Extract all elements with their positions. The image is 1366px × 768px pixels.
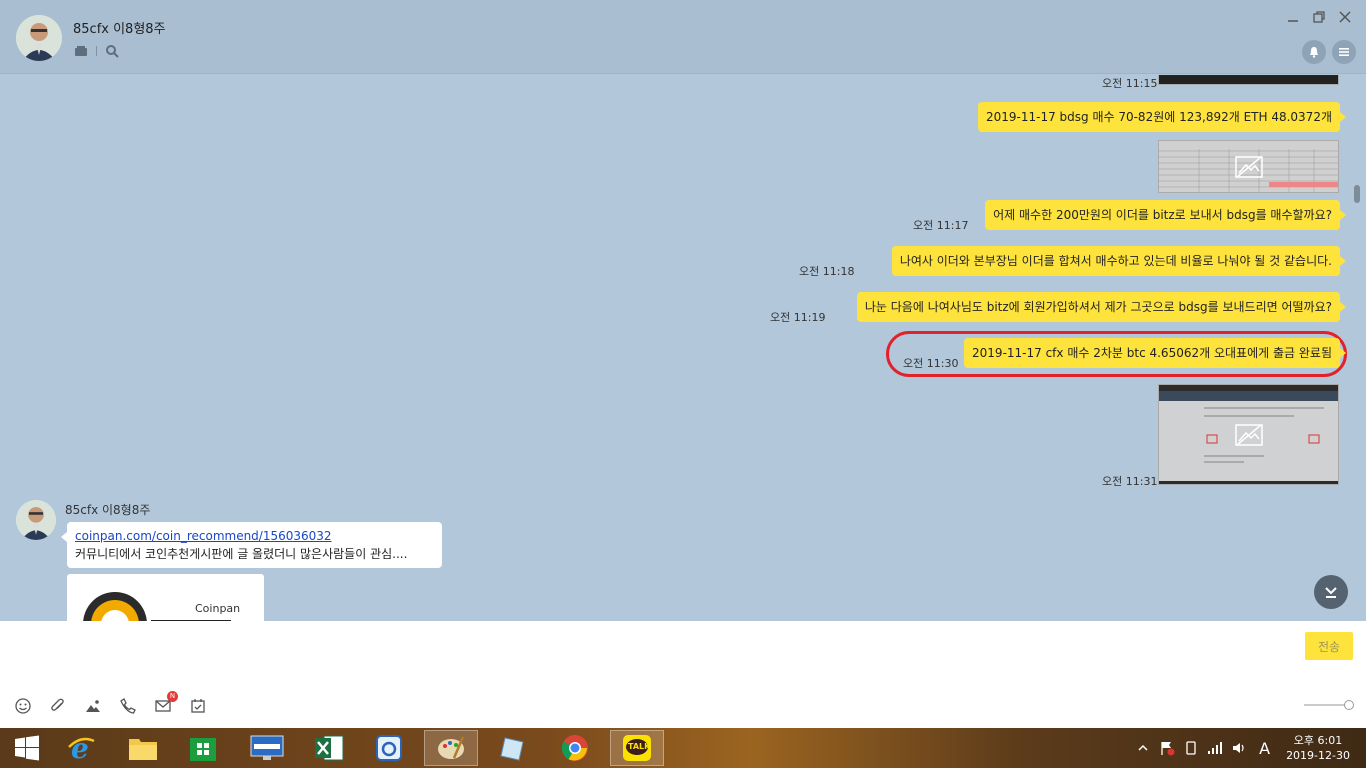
message-bubble[interactable]: 나여사 이더와 본부장님 이더를 합쳐서 매수하고 있는데 비율로 나눠야 될 … <box>891 246 1347 276</box>
folder-icon <box>129 739 157 760</box>
windows-logo-icon <box>15 735 39 761</box>
slider-knob[interactable] <box>1344 700 1354 710</box>
calendar-check-icon[interactable] <box>189 697 207 715</box>
message-link[interactable]: coinpan.com/coin_recommend/156036032 <box>75 529 434 543</box>
file-explorer-app[interactable] <box>116 730 170 766</box>
svg-text:e: e <box>71 733 89 763</box>
mail-icon[interactable]: N <box>154 691 178 715</box>
start-button[interactable] <box>0 730 54 766</box>
system-tray: A 오후 6:01 2019-12-30 <box>1131 728 1366 768</box>
internet-explorer-app[interactable]: e <box>54 730 108 766</box>
message-time: 오전 11:30 <box>903 357 959 370</box>
emoticon-icon[interactable] <box>14 697 32 715</box>
chat-scrollbar[interactable] <box>1354 185 1360 203</box>
signal-icon[interactable] <box>1207 740 1223 756</box>
system-clock[interactable]: 오후 6:01 2019-12-30 <box>1286 733 1350 763</box>
photo-icon[interactable] <box>84 697 102 715</box>
message-bubble[interactable]: 어제 매수한 200만원의 이더를 bitz로 보내서 bdsg를 매수할까요? <box>985 200 1346 230</box>
minimize-icon[interactable] <box>1286 10 1300 24</box>
internet-explorer-icon: e <box>68 733 95 763</box>
bell-icon <box>1310 47 1318 58</box>
drawer-icon[interactable] <box>74 44 88 58</box>
broken-image-icon <box>1234 423 1263 446</box>
hangul-app[interactable] <box>362 730 416 766</box>
send-button[interactable]: 전송 <box>1305 632 1353 660</box>
chat-title: 85cfx 이8형8주 <box>73 22 166 37</box>
message-time: 오전 11:19 <box>770 311 826 324</box>
chat-area[interactable]: 오전 11:15 2019-11-17 bdsg 매수 70-82원에 123,… <box>0 75 1366 621</box>
card-brand-label: Coinpan <box>195 602 241 615</box>
new-badge: N <box>167 691 178 702</box>
scroll-to-bottom-button[interactable] <box>1314 575 1348 609</box>
chat-avatar[interactable] <box>16 15 62 61</box>
sender-avatar[interactable] <box>16 500 56 540</box>
notification-button[interactable] <box>1302 40 1326 64</box>
message-time: 오전 11:18 <box>799 265 855 278</box>
message-preview-text: 커뮤니티에서 코인추천게시판에 글 올렸더니 많은사람들이 관심.... <box>75 547 408 561</box>
message-bubble[interactable]: 나눈 다음에 나여사님도 bitz에 회원가입하셔서 제가 그곳으로 bdsg를… <box>856 292 1347 322</box>
broken-image-icon <box>1234 155 1263 178</box>
windows-taskbar: e TALK A 오후 6:01 2019-12-30 <box>0 728 1366 768</box>
input-method-indicator[interactable]: A <box>1259 739 1270 758</box>
sender-name: 85cfx 이8형8주 <box>65 503 151 517</box>
excel-icon <box>315 735 344 761</box>
lenovo-app[interactable] <box>240 730 294 766</box>
volume-icon[interactable] <box>1231 740 1247 756</box>
attach-file-icon[interactable] <box>49 697 67 715</box>
windows-store-app[interactable] <box>176 730 230 766</box>
message-image[interactable] <box>1158 75 1339 85</box>
message-bubble[interactable]: 2019-11-17 cfx 매수 2차분 btc 4.65062개 오대표에게… <box>964 338 1346 368</box>
message-bubble[interactable]: 2019-11-17 bdsg 매수 70-82원에 123,892개 ETH … <box>977 102 1347 132</box>
search-icon[interactable] <box>105 44 119 58</box>
message-time: 오전 11:17 <box>913 219 969 232</box>
kakaotalk-app[interactable]: TALK <box>610 730 664 766</box>
chrome-app[interactable] <box>548 730 602 766</box>
link-message-bubble[interactable]: coinpan.com/coin_recommend/156036032 커뮤니… <box>61 522 442 568</box>
paint-palette-icon <box>438 736 465 759</box>
show-hidden-icons-icon[interactable] <box>1135 740 1151 756</box>
chat-header: 85cfx 이8형8주 <box>0 0 1366 74</box>
chevron-down-icon <box>1325 587 1337 598</box>
clock-date: 2019-12-30 <box>1286 749 1350 762</box>
lenovo-monitor-icon <box>250 735 284 760</box>
hamburger-icon <box>1339 48 1349 56</box>
paint-app[interactable] <box>424 730 478 766</box>
kakaotalk-label: TALK <box>628 742 651 751</box>
message-image[interactable] <box>1158 140 1339 193</box>
action-center-flag-icon[interactable] <box>1159 740 1175 756</box>
phone-icon[interactable] <box>119 697 137 715</box>
restore-icon[interactable] <box>1312 10 1326 24</box>
clock-time: 오후 6:01 <box>1293 734 1343 747</box>
device-icon[interactable] <box>1183 740 1199 756</box>
notes-app[interactable] <box>486 730 540 766</box>
store-icon <box>190 738 216 761</box>
header-divider <box>96 46 97 56</box>
chrome-icon <box>561 735 588 761</box>
excel-app[interactable] <box>302 730 356 766</box>
message-time: 오전 11:15 <box>1102 77 1158 90</box>
notepad-icon <box>500 737 524 761</box>
message-input-area[interactable]: 전송 N <box>0 621 1366 728</box>
menu-button[interactable] <box>1332 40 1356 64</box>
hangul-icon <box>376 735 402 761</box>
message-image[interactable] <box>1158 384 1339 485</box>
message-time: 오전 11:31 <box>1102 475 1158 488</box>
close-icon[interactable] <box>1338 10 1352 24</box>
link-preview-card[interactable]: Coinpan <box>67 574 264 621</box>
opacity-slider[interactable] <box>1304 700 1354 710</box>
